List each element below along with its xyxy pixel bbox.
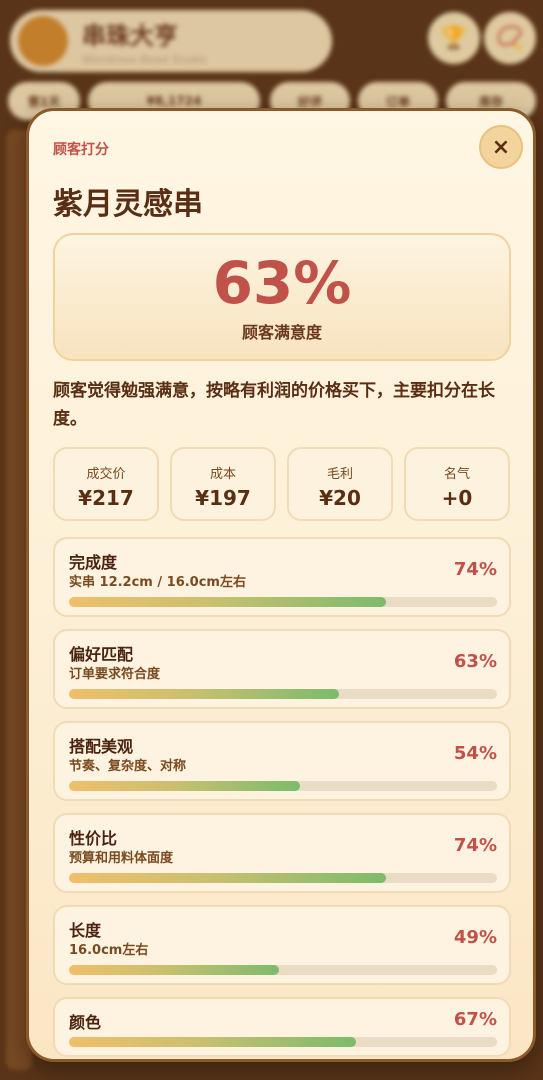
criterion-value: 性价比 预算和用料体面度 74% [53,813,511,893]
satisfaction-score: 63% [212,249,352,317]
criterion-name: 偏好匹配 [69,645,134,664]
app-subtitle: Wondrous Bead Studio [82,53,207,66]
stat-sale-price: 成交价 ¥217 [53,447,159,521]
stat-label: 成交价 [86,467,126,482]
criterion-name: 完成度 [69,553,118,572]
progress-track [69,873,497,883]
stat-value: ¥197 [195,486,251,510]
app-header: 串珠大亨 Wondrous Bead Studio [10,10,332,72]
criterion-percent: 63% [453,651,497,672]
stat-label: 毛利 [326,467,353,482]
criterion-percent: 67% [453,1009,497,1030]
criterion-name: 搭配美观 [69,737,134,756]
stat-fame: 名气 +0 [404,447,510,521]
criterion-aesthetics: 搭配美观 节奏、复杂度、对称 54% [53,721,511,801]
criterion-preference: 偏好匹配 订单要求符合度 63% [53,629,511,709]
app-logo [18,16,68,66]
trophy-icon[interactable]: 🏆 [428,12,480,64]
stat-label: 成本 [209,467,236,482]
modal-label: 顾客打分 [53,142,109,158]
satisfaction-score-card: 63% 顾客满意度 [53,233,511,361]
app-title: 串珠大亨 [82,22,178,50]
progress-fill [69,965,279,975]
criterion-name: 性价比 [69,829,118,848]
criterion-desc: 节奏、复杂度、对称 [69,759,187,774]
stat-value: +0 [441,486,473,510]
progress-track [69,965,497,975]
stat-label: 名气 [443,467,470,482]
stat-value: ¥217 [78,486,134,510]
progress-track [69,1037,497,1047]
criterion-percent: 54% [453,743,497,764]
rating-modal: 顾客打分 × 紫月灵感串 63% 顾客满意度 顾客觉得勉强满意，按略有利润的价格… [26,108,536,1062]
criterion-percent: 49% [453,927,497,948]
close-button[interactable]: × [479,125,523,169]
criterion-desc: 预算和用料体面度 [69,851,174,866]
stat-value: ¥20 [319,486,361,510]
criterion-name: 长度 [69,921,102,940]
criterion-desc: 16.0cm左右 [69,943,149,958]
progress-fill [69,1037,356,1047]
criterion-desc: 实串 12.2cm / 16.0cm左右 [69,575,246,590]
stat-profit: 毛利 ¥20 [287,447,393,521]
criterion-length: 长度 16.0cm左右 49% [53,905,511,985]
progress-fill [69,689,339,699]
close-icon: × [491,134,511,160]
stats-row: 成交价 ¥217 成本 ¥197 毛利 ¥20 名气 +0 [53,447,513,521]
bead-icon[interactable]: 📿 [484,12,536,64]
stat-cost: 成本 ¥197 [170,447,276,521]
progress-track [69,597,497,607]
product-title: 紫月灵感串 [53,187,203,222]
progress-fill [69,873,386,883]
criterion-desc: 订单要求符合度 [69,667,161,682]
criterion-color: 颜色 67% [53,997,511,1057]
progress-fill [69,781,301,791]
customer-comment: 顾客觉得勉强满意，按略有利润的价格买下，主要扣分在长度。 [53,381,495,429]
criterion-percent: 74% [453,559,497,580]
criterion-completeness: 完成度 实串 12.2cm / 16.0cm左右 74% [53,537,511,617]
criterion-percent: 74% [453,835,497,856]
satisfaction-label: 顾客满意度 [241,323,322,342]
progress-track [69,689,497,699]
progress-track [69,781,497,791]
progress-fill [69,597,386,607]
criterion-name: 颜色 [69,1013,102,1032]
